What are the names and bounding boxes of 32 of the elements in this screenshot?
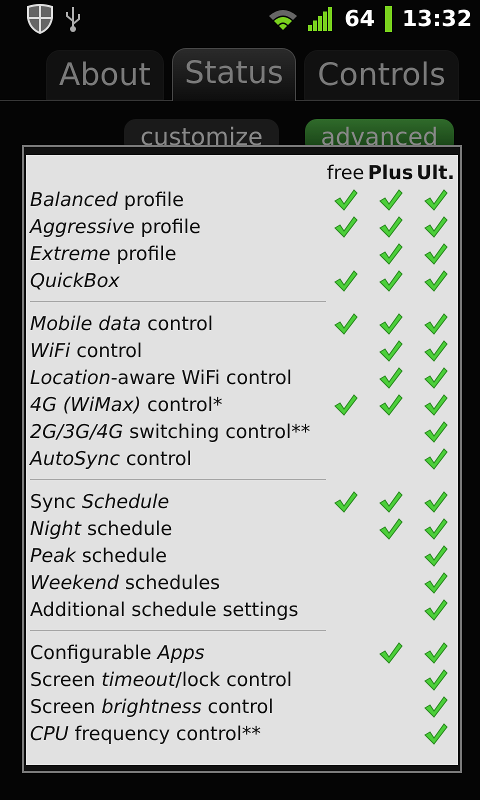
- feature-label: Mobile data control: [30, 312, 214, 334]
- column-heading: Plus: [368, 162, 414, 184]
- signal-icon: [308, 7, 334, 31]
- feature-label: Configurable Apps: [30, 642, 206, 664]
- feature-label: Aggressive profile: [30, 216, 202, 238]
- tab[interactable]: About: [46, 50, 164, 100]
- feature-label: Weekend schedules: [30, 572, 222, 594]
- wifi-icon: [268, 8, 298, 30]
- feature-label: AutoSync control: [30, 448, 193, 470]
- feature-label: Sync Schedule: [30, 490, 170, 512]
- feature-label: Screen timeout/lock control: [30, 668, 294, 690]
- feature-label: Extreme profile: [30, 242, 178, 264]
- feature-label: CPU frequency control**: [30, 722, 262, 744]
- column-heading: Ult.: [416, 162, 455, 184]
- feature-label: 2G/3G/4G switching control**: [30, 420, 312, 442]
- shield-icon: [26, 4, 54, 34]
- feature-label: Balanced profile: [30, 188, 185, 210]
- usb-icon: [64, 5, 82, 33]
- feature-label: QuickBox: [30, 270, 121, 292]
- feature-label: Night schedule: [30, 518, 174, 540]
- tab[interactable]: Status: [172, 48, 296, 101]
- battery-icon: [384, 6, 392, 32]
- clock-time: 13:32: [402, 6, 472, 32]
- feature-label: 4G (WiMax) control*: [30, 394, 224, 416]
- tab[interactable]: Controls: [304, 50, 459, 100]
- feature-label: Peak schedule: [30, 544, 168, 566]
- feature-label: Additional schedule settings: [30, 598, 300, 620]
- battery-level: 64: [344, 6, 375, 32]
- feature-label: Location-aware WiFi control: [30, 366, 293, 388]
- feature-label: Screen brightness control: [30, 696, 275, 718]
- feature-label: WiFi control: [30, 340, 144, 362]
- column-heading: free: [326, 162, 364, 184]
